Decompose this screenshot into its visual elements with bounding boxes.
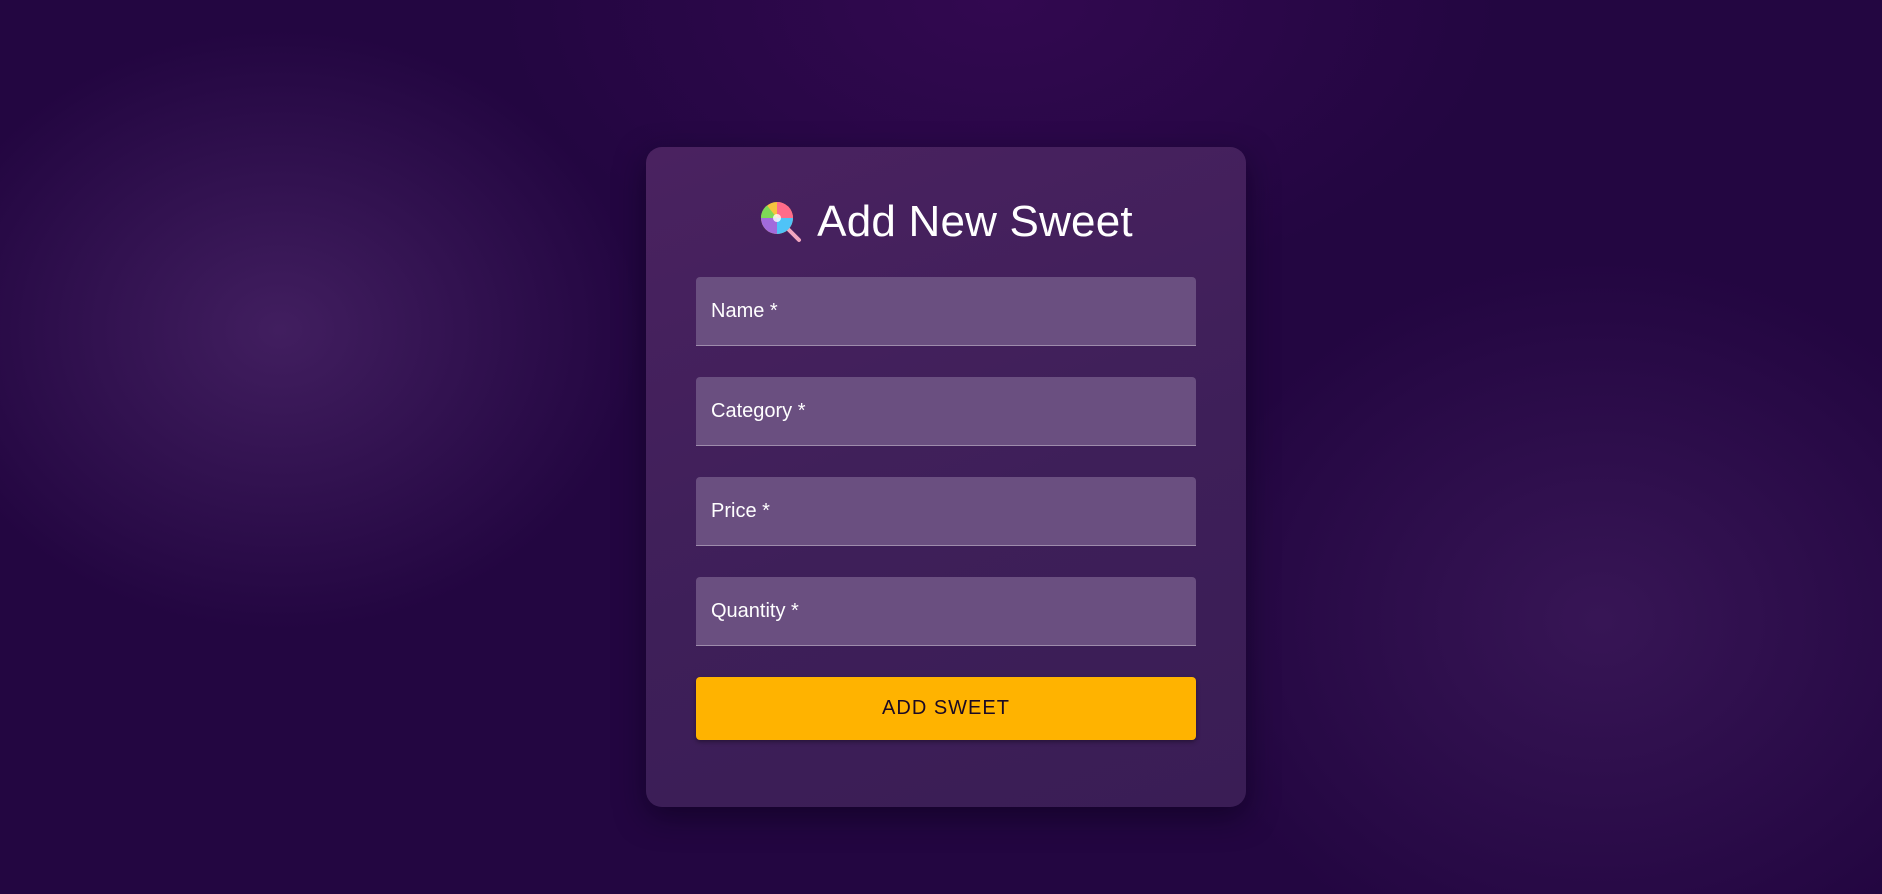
form-title: Add New Sweet bbox=[817, 197, 1133, 246]
price-input[interactable] bbox=[696, 477, 1196, 546]
quantity-input[interactable] bbox=[696, 577, 1196, 646]
add-sweet-card: Add New Sweet ADD SWEET bbox=[646, 147, 1246, 807]
category-input[interactable] bbox=[696, 377, 1196, 446]
lollipop-icon bbox=[759, 200, 803, 244]
add-sweet-button[interactable]: ADD SWEET bbox=[696, 677, 1196, 740]
name-input[interactable] bbox=[696, 277, 1196, 346]
form-header: Add New Sweet bbox=[696, 197, 1196, 247]
